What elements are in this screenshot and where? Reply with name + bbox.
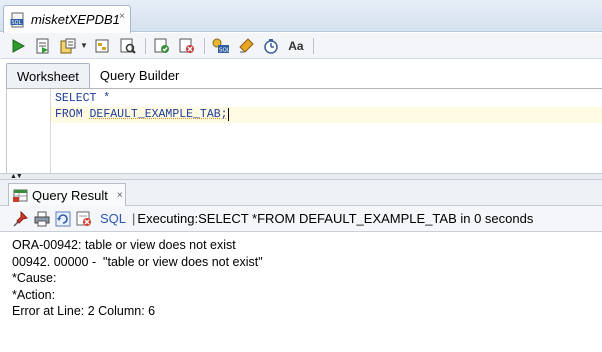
clear-icon[interactable] [236,36,256,56]
code-keyword-from: FROM [55,108,90,121]
panel-splitter[interactable]: ▲▼ [0,173,602,180]
close-icon[interactable]: × [119,11,125,22]
toolbar-separator [145,38,146,54]
query-result-label: Query Result [32,188,108,203]
document-tab[interactable]: SQL misketXEPDB1 × [3,5,131,33]
tab-worksheet[interactable]: Worksheet [6,63,90,88]
error-line: ORA-00942: table or view does not exist [12,237,602,254]
sql-tuning-icon[interactable] [152,36,172,56]
print-icon[interactable] [33,210,50,227]
code-line-1: SELECT * [55,91,110,107]
toolbar-separator [313,38,314,54]
worksheet-toolbar: ▼ SQL Aa [0,33,602,59]
document-tab-title: misketXEPDB1 [31,12,120,27]
collapse-arrows-icon[interactable]: ▲▼ [10,173,22,180]
rollback-icon[interactable] [177,36,197,56]
pin-icon[interactable] [12,210,29,227]
chevron-down-icon[interactable]: ▼ [80,41,88,50]
document-tabstrip: SQL misketXEPDB1 × [0,0,602,32]
refresh-icon[interactable] [54,210,71,227]
sql-link[interactable]: SQL [100,211,126,226]
sql-file-icon: SQL [10,12,26,28]
format-icon[interactable] [261,36,281,56]
code-table-name: DEFAULT_EXAMPLE_TAB; [90,108,228,121]
error-line: 00942. 00000 - "table or view does not e… [12,254,602,271]
cancel-query-icon[interactable] [75,210,92,227]
status-separator: | [132,211,135,226]
case-icon[interactable]: Aa [286,36,306,56]
error-line: *Cause: [12,270,602,287]
tab-query-result[interactable]: Query Result × [8,183,126,206]
worksheet-subtabs: Worksheet Query Builder [6,63,602,89]
sql-history-icon[interactable]: SQL [211,36,231,56]
result-tabstrip: Query Result × [0,180,602,206]
commit-icon[interactable] [58,36,78,56]
case-label: Aa [288,39,303,53]
toolbar-separator [204,38,205,54]
run-statement-icon[interactable] [8,36,28,56]
error-line: Error at Line: 2 Column: 6 [12,303,602,320]
tab-query-builder[interactable]: Query Builder [90,63,189,88]
sql-editor[interactable]: SELECT * FROM DEFAULT_EXAMPLE_TAB; [6,89,602,173]
editor-gutter [7,89,51,173]
svg-text:SQL: SQL [219,47,230,53]
query-result-icon [13,188,28,203]
close-icon[interactable]: × [117,190,123,201]
run-script-icon[interactable] [33,36,53,56]
execution-status: Executing:SELECT *FROM DEFAULT_EXAMPLE_T… [137,211,533,226]
result-toolbar: SQL | Executing:SELECT *FROM DEFAULT_EXA… [0,206,602,232]
svg-text:SQL: SQL [12,20,22,26]
code-line-2-current: FROM DEFAULT_EXAMPLE_TAB; [51,107,602,123]
autotrace-icon[interactable] [118,36,138,56]
explain-plan-icon[interactable] [93,36,113,56]
error-line: *Action: [12,287,602,304]
result-output: ORA-00942: table or view does not exist … [0,232,602,352]
